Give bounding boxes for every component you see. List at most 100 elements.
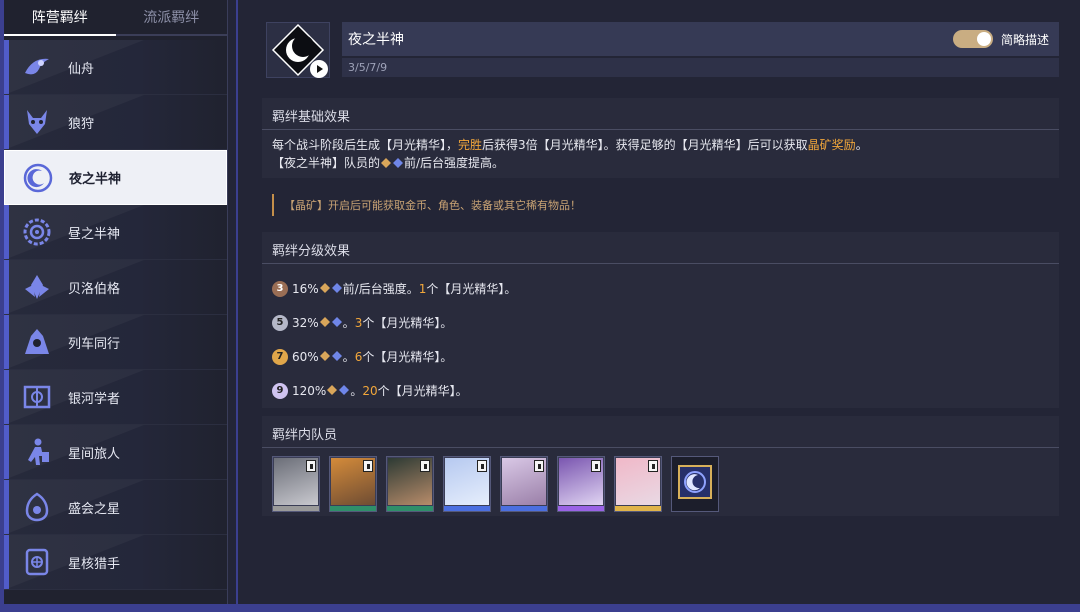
sidebar-item-stellaron-hunters[interactable]: 星核猎手 (4, 535, 227, 590)
text-segment: 每个战斗阶段后生成【月光精华】， (272, 138, 459, 152)
moon-icon (21, 161, 55, 195)
sidebar-item-label: 列车同行 (68, 336, 121, 352)
tier-tail: 个【月光精华】。 (362, 316, 453, 330)
train-icon (20, 325, 54, 359)
sidebar-item-festival-stars[interactable]: 盛会之星 (4, 480, 227, 535)
sidebar: 阵营羁绊 流派羁绊 仙舟 狼狩 夜之半神 昼之半神 贝洛伯格 列车同行 银河学者… (4, 0, 228, 604)
tier-percent: 120% (292, 384, 327, 398)
xianzhou-icon (20, 50, 54, 84)
member-portrait[interactable] (386, 456, 434, 512)
tier-tail: 个【月光精华】。 (377, 384, 468, 398)
member-portrait[interactable] (272, 456, 320, 512)
play-icon[interactable] (310, 60, 328, 78)
sun-icon (20, 215, 54, 249)
basic-effect-text: 每个战斗阶段后生成【月光精华】，完胜后获得3倍【月光精华】。获得足够的【月光精华… (262, 134, 1059, 181)
section-heading: 羁绊分级效果 (262, 232, 1059, 264)
attack-stat-icon (319, 314, 330, 332)
defense-stat-icon (331, 348, 342, 366)
tier-badge: 7 (272, 349, 288, 365)
tier-row-5: 5 32% 。 3 个【月光精华】。 (272, 306, 1049, 340)
traveler-icon (20, 435, 54, 469)
bottom-frame (0, 604, 1080, 612)
tier-row-7: 7 60% 。 6 个【月光精华】。 (272, 340, 1049, 374)
sidebar-item-label: 银河学者 (68, 391, 121, 407)
members-panel: 羁绊内队员 (262, 416, 1059, 516)
sidebar-item-galaxy-scholars[interactable]: 银河学者 (4, 370, 227, 425)
sidebar-item-label: 星核猎手 (68, 556, 121, 572)
sidebar-item-label: 盛会之星 (68, 501, 121, 517)
section-heading: 羁绊基础效果 (262, 98, 1059, 130)
tier-count: 3 (354, 316, 363, 330)
basic-effect-panel: 羁绊基础效果 每个战斗阶段后生成【月光精华】，完胜后获得3倍【月光精华】。获得足… (262, 98, 1059, 178)
tier-counts: 3/5/7/9 (342, 58, 1059, 77)
text-segment: 。 (855, 138, 868, 152)
lock-icon (477, 460, 487, 472)
defense-stat-icon (331, 280, 342, 298)
belobog-icon (20, 270, 54, 304)
main-panel: 夜之半神 简略描述 3/5/7/9 羁绊基础效果 每个战斗阶段后生成【月光精华】… (236, 0, 1080, 604)
sidebar-item-day-demigod[interactable]: 昼之半神 (4, 205, 227, 260)
tier-text: 。 (342, 350, 355, 364)
brief-description-toggle[interactable]: 简略描述 (952, 30, 1049, 48)
attack-stat-icon (381, 155, 392, 173)
attack-stat-icon (319, 348, 330, 366)
sidebar-item-label: 狼狩 (68, 116, 95, 132)
toggle-switch[interactable] (952, 30, 993, 48)
sidebar-item-star-travelers[interactable]: 星间旅人 (4, 425, 227, 480)
tier-badge: 3 (272, 281, 288, 297)
tier-badge: 9 (272, 383, 288, 399)
section-heading: 羁绊内队员 (262, 416, 1059, 448)
text-segment: 前/后台强度提高。 (404, 156, 505, 170)
faction-list: 仙舟 狼狩 夜之半神 昼之半神 贝洛伯格 列车同行 银河学者 星间旅人 盛会之星… (4, 36, 227, 590)
member-portrait[interactable] (443, 456, 491, 512)
sidebar-item-label: 星间旅人 (68, 446, 121, 462)
lock-icon (591, 460, 601, 472)
defense-stat-icon (339, 382, 350, 400)
wolf-icon (20, 105, 54, 139)
sidebar-item-xianzhou[interactable]: 仙舟 (4, 40, 227, 95)
stellaron-hunter-icon (20, 545, 54, 579)
sidebar-item-train-companions[interactable]: 列车同行 (4, 315, 227, 370)
festival-star-icon (20, 490, 54, 524)
lock-icon (420, 460, 430, 472)
sidebar-item-belobog[interactable]: 贝洛伯格 (4, 260, 227, 315)
text-segment: 【夜之半神】队员的 (272, 156, 381, 170)
tier-tail: 个【月光精华】。 (362, 350, 453, 364)
lock-icon (363, 460, 373, 472)
member-list (262, 452, 1059, 520)
tab-faction-bonds[interactable]: 阵营羁绊 (4, 0, 116, 36)
member-portrait[interactable] (557, 456, 605, 512)
defense-stat-icon (331, 314, 342, 332)
sidebar-item-label: 贝洛伯格 (68, 281, 121, 297)
sidebar-tabs: 阵营羁绊 流派羁绊 (4, 0, 227, 36)
tier-text: 前/后台强度。 (342, 282, 419, 296)
tab-school-bonds[interactable]: 流派羁绊 (115, 0, 227, 36)
tier-text: 。 (342, 316, 355, 330)
scholar-icon (20, 380, 54, 414)
title-bar: 夜之半神 简略描述 (342, 22, 1059, 56)
member-portrait[interactable] (329, 456, 377, 512)
page-title: 夜之半神 (348, 32, 404, 48)
sidebar-item-label: 仙舟 (68, 61, 95, 77)
tier-percent: 32% (292, 316, 319, 330)
highlight-text: 完胜 (458, 138, 483, 152)
crystal-reward-link: 晶矿奖励 (807, 138, 856, 152)
tier-tail: 个【月光精华】。 (426, 282, 517, 296)
text-segment: 后获得3倍【月光精华】。获得足够的【月光精华】后可以获取 (482, 138, 808, 152)
tier-effect-panel: 羁绊分级效果 3 16% 前/后台强度。 1 个【月光精华】。 5 32% 。 3 个【… (262, 232, 1059, 408)
tier-percent: 16% (292, 282, 319, 296)
sidebar-item-night-demigod[interactable]: 夜之半神 (4, 150, 227, 205)
toggle-label: 简略描述 (1000, 32, 1049, 47)
crystal-note: 【晶矿】开启后可能获取金币、角色、装备或其它稀有物品！ (272, 194, 581, 216)
attack-stat-icon (327, 382, 338, 400)
tier-count: 20 (362, 384, 378, 398)
sidebar-item-wolf-hunt[interactable]: 狼狩 (4, 95, 227, 150)
attack-stat-icon (319, 280, 330, 298)
lock-icon (306, 460, 316, 472)
member-portrait[interactable] (614, 456, 662, 512)
member-portrait[interactable] (500, 456, 548, 512)
sidebar-item-label: 夜之半神 (69, 172, 122, 187)
moon-crystal-icon[interactable] (671, 456, 719, 512)
tier-row-9: 9 120% 。 20 个【月光精华】。 (272, 374, 1049, 408)
tier-list: 3 16% 前/后台强度。 1 个【月光精华】。 5 32% 。 3 个【月光精华】。 … (262, 268, 1059, 416)
